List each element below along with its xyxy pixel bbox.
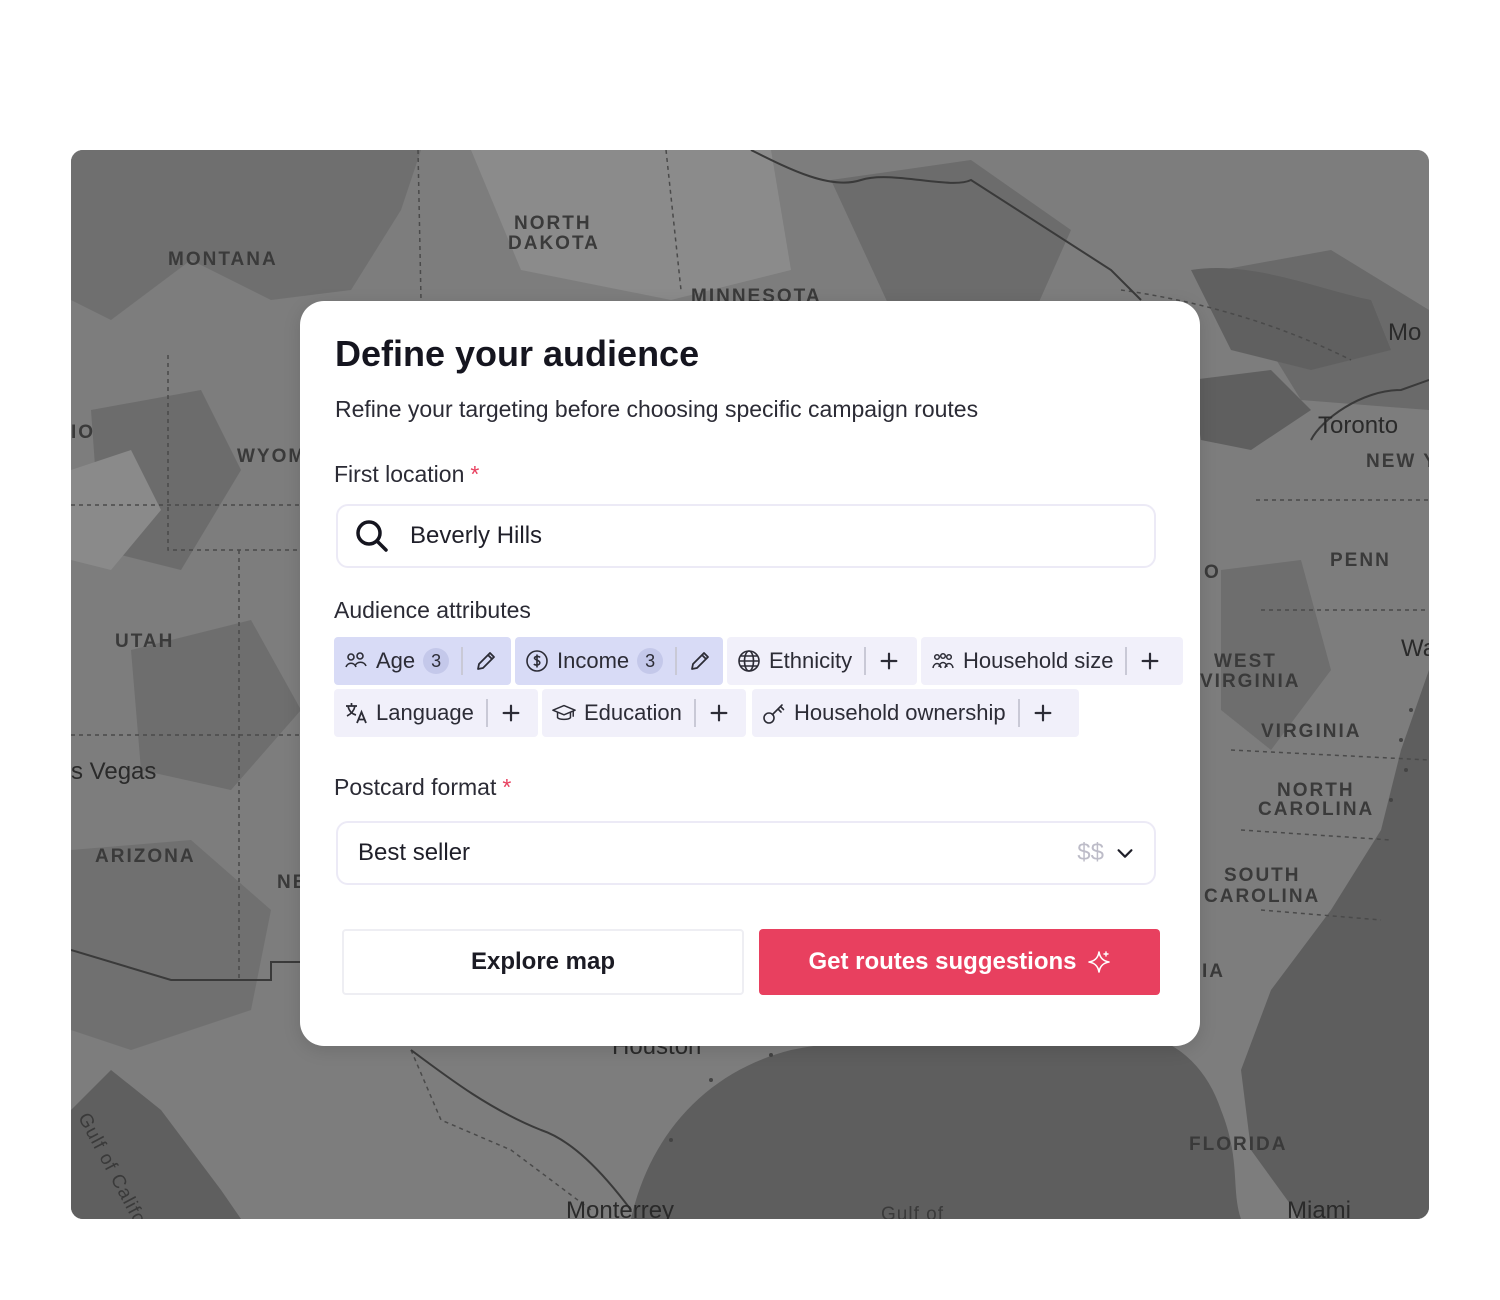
chip-language[interactable]: Language [334,689,538,737]
chip-income-label: Income [557,648,630,673]
edit-icon[interactable] [473,648,499,674]
chip-income[interactable]: Income 3 [515,637,723,685]
postcard-format-select[interactable]: Best seller $$ [336,821,1156,885]
map-label-south-carolina-1: SOUTH [1224,865,1301,886]
explore-map-button[interactable]: Explore map [342,929,744,995]
dialog-title: Define your audience [335,333,700,374]
map-city-miami: Miami [1287,1197,1351,1220]
postcard-format-value: Best seller [358,839,471,866]
first-location-label-text: First location [334,461,465,487]
map-city-monterrey: Monterrey [566,1197,675,1220]
graduation-cap-icon [552,701,576,725]
postcard-format-label: Postcard format * [334,774,511,801]
map-label-o: O [1204,562,1221,583]
dialog-subtitle: Refine your targeting before choosing sp… [335,396,979,422]
map-label-utah: UTAH [115,631,175,652]
postcard-format-label-text: Postcard format [334,774,497,800]
map-label-florida: FLORIDA [1189,1134,1288,1155]
chip-divider [485,699,488,727]
map-label-arizona: ARIZONA [95,846,196,867]
age-icon [344,649,368,673]
chip-divider [1017,699,1020,727]
globe-icon [737,649,761,673]
map-label-new-york: NEW Y [1366,451,1429,472]
plus-icon[interactable] [876,648,902,674]
chip-divider [864,647,867,675]
map-label-west-virginia: VIRGINIA [1200,671,1301,692]
required-mark: * [502,774,512,800]
edit-icon[interactable] [687,648,713,674]
chip-divider [461,647,464,675]
dollar-icon [525,649,549,673]
get-routes-suggestions-button[interactable]: Get routes suggestions [759,929,1160,995]
chip-ethnicity[interactable]: Ethnicity [727,637,917,685]
first-location-label: First location * [334,461,479,488]
map-city-montreal: Mo [1388,319,1422,346]
chip-divider [675,647,678,675]
get-routes-suggestions-button-label: Get routes suggestions [808,948,1077,975]
search-icon [356,520,388,552]
chip-education-label: Education [584,700,682,725]
translate-icon [344,701,368,725]
chip-divider [693,699,696,727]
chip-household-size[interactable]: Household size [921,637,1183,685]
price-tier: $$ [1077,839,1104,866]
family-icon [931,649,955,673]
chevron-down-icon [1117,849,1133,858]
explore-map-button-label: Explore map [470,948,616,975]
required-mark: * [470,461,480,487]
audience-attributes-label: Audience attributes [334,597,531,623]
map-label-gulf-of-mexico: Gulf of [881,1204,944,1219]
sparkle-icon [1087,951,1110,973]
location-search-input[interactable]: Beverly Hills [336,504,1156,568]
chip-income-count: 3 [637,648,664,674]
chip-age-count: 3 [423,648,450,674]
map-label-south-carolina-2: CAROLINA [1204,886,1321,907]
chip-household-size-label: Household size [963,648,1114,673]
map-label-penn: PENN [1330,550,1391,571]
map-label-north-carolina-2: CAROLINA [1258,799,1375,820]
map-label-io: IO [71,422,96,443]
plus-icon[interactable] [1030,700,1056,726]
chip-household-ownership-label: Household ownership [794,700,1006,725]
plus-icon[interactable] [1137,648,1163,674]
map-city-toronto: Toronto [1318,412,1399,439]
map-label-ia: IA [1202,961,1225,982]
map-label-west: WEST [1214,651,1277,672]
location-value: Beverly Hills [410,522,543,549]
map-label-north-dakota-1: NORTH [514,213,592,234]
chip-age[interactable]: Age 3 [334,637,511,685]
chip-household-ownership[interactable]: Household ownership [752,689,1079,737]
map-label-montana: MONTANA [168,249,278,270]
define-audience-dialog: Define your audience Refine your targeti… [300,301,1200,1046]
chip-education[interactable]: Education [542,689,746,737]
map-label-north-dakota-2: DAKOTA [508,233,600,254]
chip-divider [1125,647,1128,675]
chip-age-label: Age [376,648,416,673]
key-icon [762,701,786,725]
map-label-virginia: VIRGINIA [1261,721,1362,742]
chip-ethnicity-label: Ethnicity [769,648,853,673]
map-label-north-carolina-1: NORTH [1277,780,1355,801]
plus-icon[interactable] [498,700,524,726]
map-label-wyoming: WYOM [237,446,307,467]
map-city-las-vegas: s Vegas [71,758,157,785]
map-city-washington: Wa [1401,635,1429,662]
plus-icon[interactable] [706,700,732,726]
chip-language-label: Language [376,700,474,725]
